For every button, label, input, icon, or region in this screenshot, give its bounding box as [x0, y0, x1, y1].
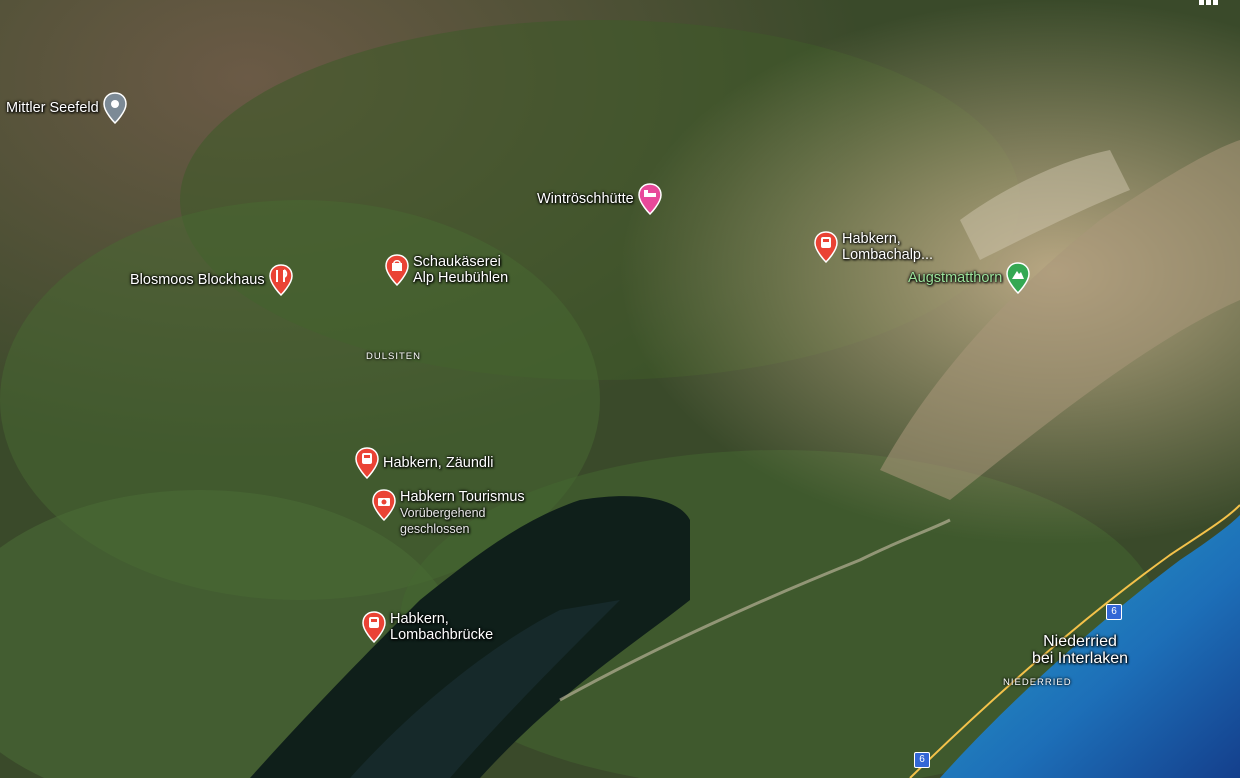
poi-label-line: Lombachbrücke	[390, 627, 494, 643]
poi-habkern-lombachbrucke[interactable]: Habkern, Lombachbrücke	[362, 611, 493, 643]
area-label-niederried: NIEDERRIED	[1003, 677, 1072, 688]
poi-label: Mittler Seefeld	[6, 100, 99, 116]
train-icon	[355, 447, 379, 479]
poi-augstmatthorn[interactable]: Augstmatthorn	[908, 262, 1031, 294]
restaurant-fork-knife-icon	[268, 264, 293, 296]
poi-label-line: Schaukäserei	[413, 254, 501, 270]
town-label-line: Niederried	[1043, 633, 1117, 650]
camera-icon	[372, 489, 396, 521]
poi-label: Habkern, Zäundli	[383, 455, 494, 471]
poi-label-line: Lombachalp...	[842, 247, 934, 263]
poi-blosmoos-blockhaus[interactable]: Blosmoos Blockhaus	[130, 264, 293, 296]
poi-label: Wintröschhütte	[537, 191, 634, 207]
poi-label: Schaukäserei Alp Heubühlen	[413, 254, 508, 286]
poi-wintroschhutte[interactable]: Wintröschhütte	[537, 183, 662, 215]
poi-habkern-zaundli[interactable]: Habkern, Zäundli	[355, 447, 493, 479]
train-icon	[362, 611, 386, 643]
area-label-dulsiten: DULSITEN	[366, 351, 421, 362]
train-icon	[814, 231, 838, 263]
poi-mittler-seefeld[interactable]: Mittler Seefeld	[6, 92, 127, 124]
apps-grid-icon[interactable]	[1199, 0, 1218, 5]
route-6-badge: 6	[914, 752, 930, 768]
poi-label: Habkern Tourismus Vorübergehend geschlos…	[400, 489, 525, 537]
mountain-icon	[1006, 262, 1031, 294]
poi-label: Habkern, Lombachbrücke	[390, 611, 493, 643]
poi-label: Blosmoos Blockhaus	[130, 272, 265, 288]
poi-habkern-lombachalp[interactable]: Habkern, Lombachalp...	[814, 231, 933, 263]
poi-label: Augstmatthorn	[908, 270, 1003, 286]
poi-label-line: Alp Heubühlen	[413, 270, 509, 286]
poi-status-line: geschlossen	[400, 522, 470, 536]
poi-label-line: Habkern,	[842, 231, 901, 247]
route-6-badge: 6	[1106, 604, 1122, 620]
poi-status-line: Vorübergehend	[400, 506, 486, 520]
hotel-bed-icon	[637, 183, 662, 215]
shopping-bag-icon	[385, 254, 409, 286]
poi-label: Habkern, Lombachalp...	[842, 231, 933, 263]
poi-label-line: Habkern Tourismus	[400, 489, 525, 505]
poi-label-line: Habkern,	[390, 611, 449, 627]
town-label-line: bei Interlaken	[1031, 650, 1129, 667]
poi-schaukaserei[interactable]: Schaukäserei Alp Heubühlen	[385, 254, 508, 286]
town-label-niederried[interactable]: Niederried bei Interlaken	[1020, 633, 1140, 667]
poi-habkern-tourismus[interactable]: Habkern Tourismus Vorübergehend geschlos…	[372, 489, 525, 537]
place-pin-icon	[102, 92, 127, 124]
